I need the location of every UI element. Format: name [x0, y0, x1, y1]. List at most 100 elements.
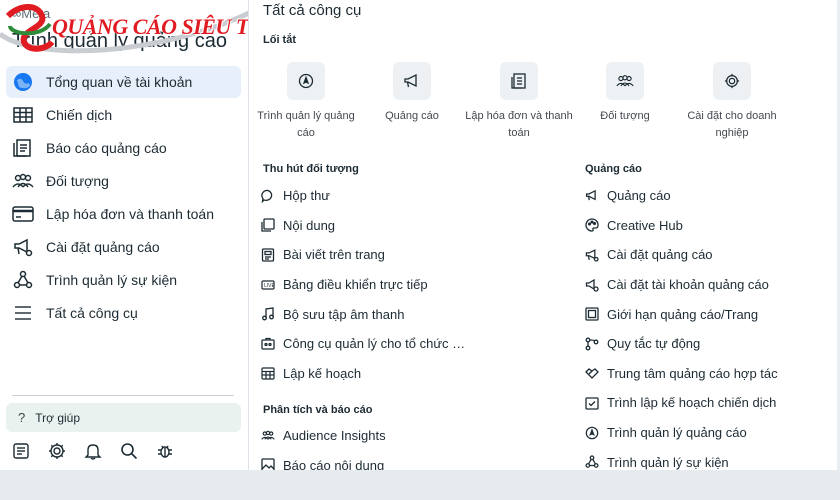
shortcut-label: Cài đặt cho doanh nghiệp [687, 110, 777, 139]
shortcut-audiences[interactable]: Đối tượng [570, 62, 680, 125]
tool-creative-hub[interactable]: Creative Hub [585, 211, 778, 241]
sidebar-item-label: Đối tượng [46, 172, 109, 189]
shortcut-label: Lập hóa đơn và thanh toán [465, 110, 573, 139]
tool-content[interactable]: Nội dung [261, 211, 465, 241]
tool-label: Quảng cáo [607, 188, 671, 204]
question-icon: ? [18, 410, 26, 425]
gear-icon[interactable] [48, 440, 84, 462]
compass-icon [287, 62, 325, 100]
tool-page-posts[interactable]: Bài viết trên trang [261, 240, 465, 270]
page-title: Tất cả công cụ [263, 2, 362, 19]
sidebar-item-label: Tổng quan về tài khoản [46, 74, 193, 90]
credit-card-icon [12, 203, 34, 225]
tool-label: Audience Insights [283, 428, 386, 444]
tool-label: Bài viết trên trang [283, 247, 385, 263]
content-icon [261, 218, 275, 233]
tool-audience-insights[interactable]: Audience Insights [261, 421, 386, 451]
live-icon: LIVE [261, 278, 275, 292]
analyze-heading: Phân tích và báo cáo [263, 404, 373, 416]
shortcut-ads[interactable]: Quảng cáo [357, 62, 467, 125]
tool-label: Trình quản lý sự kiện [607, 454, 729, 470]
sidebar: ∞Meta Trình quản lý quảng cáo QUẢNG CÁO … [0, 0, 248, 470]
tool-ad-account-settings[interactable]: Cài đặt tài khoản quảng cáo [585, 270, 778, 300]
sidebar-item-label: Chiến dịch [46, 106, 113, 123]
tool-live-dashboard[interactable]: LIVE Bảng điều khiển trực tiếp [261, 270, 465, 300]
tool-collaborative-ads[interactable]: Trung tâm quảng cáo hợp tác [585, 359, 778, 389]
megaphone-icon [393, 62, 431, 100]
event-graph-icon [585, 455, 599, 469]
tool-sound-collection[interactable]: Bộ sưu tập âm thanh [261, 299, 465, 329]
shortcuts-heading: Lối tắt [263, 34, 296, 46]
sidebar-item-label: Lập hóa đơn và thanh toán [46, 205, 214, 222]
tool-label: Nội dung [283, 217, 336, 233]
sidebar-item-all-tools[interactable]: Tất cả công cụ [6, 296, 241, 329]
menu-icon [12, 302, 34, 324]
invoice-icon [500, 62, 538, 100]
sidebar-bottom-toolbar [12, 440, 192, 462]
sidebar-item-label: Trình quản lý sự kiện [46, 271, 178, 288]
ad-account-settings-icon [585, 278, 599, 292]
tool-content-reports[interactable]: Báo cáo nội dung [261, 451, 386, 470]
tool-label: Bộ sưu tập âm thanh [283, 306, 405, 322]
sidebar-item-ad-settings[interactable]: Cài đặt quảng cáo [6, 230, 241, 263]
tool-planner[interactable]: Lập kế hoạch [261, 359, 465, 389]
calendar-icon [261, 366, 275, 380]
search-icon[interactable] [120, 440, 156, 462]
bell-icon[interactable] [84, 440, 120, 462]
tool-ad-settings[interactable]: Cài đặt quảng cáo [585, 240, 778, 270]
tool-ads-manager[interactable]: Trình quản lý quảng cáo [585, 418, 778, 448]
chat-icon [261, 189, 275, 203]
sidebar-divider [12, 395, 234, 396]
sidebar-item-campaigns[interactable]: Chiến dịch [6, 98, 241, 131]
ads-list: Quảng cáo Creative Hub Cài đặt quảng cáo… [585, 181, 778, 470]
tool-label: Cài đặt quảng cáo [607, 247, 713, 263]
ads-heading: Quảng cáo [585, 163, 642, 175]
sidebar-item-label: Báo cáo quảng cáo [46, 139, 167, 156]
tool-label: Bảng điều khiển trực tiếp [283, 277, 428, 293]
tool-inbox[interactable]: Hộp thư [261, 181, 465, 211]
sidebar-item-audiences[interactable]: Đối tượng [6, 164, 241, 197]
shortcut-ads-manager[interactable]: Trình quản lý quảng cáo [251, 62, 361, 142]
watermark-text: QUẢNG CÁO SIÊU TỐC [52, 14, 248, 39]
tool-ad-limits[interactable]: Giới hạn quảng cáo/Trang [585, 299, 778, 329]
sidebar-item-billing[interactable]: Lập hóa đơn và thanh toán [6, 197, 241, 230]
palette-icon [585, 218, 599, 233]
tool-label: Trung tâm quảng cáo hợp tác [607, 365, 778, 381]
engage-heading: Thu hút đối tượng [263, 163, 359, 175]
tool-label: Hộp thư [283, 188, 331, 204]
help-button[interactable]: ? Trợ giúp [6, 403, 241, 432]
shortcut-label: Quảng cáo [385, 110, 439, 122]
music-icon [261, 307, 275, 321]
shortcut-billing[interactable]: Lập hóa đơn và thanh toán [464, 62, 574, 142]
tool-events-manager[interactable]: Trình quản lý sự kiện [585, 447, 778, 470]
sidebar-item-ad-reporting[interactable]: Báo cáo quảng cáo [6, 131, 241, 164]
tool-label: Creative Hub [607, 217, 683, 233]
handshake-icon [585, 366, 599, 380]
tool-label: Giới hạn quảng cáo/Trang [607, 306, 759, 322]
sidebar-item-account-overview[interactable]: Tổng quan về tài khoản [6, 66, 241, 98]
tool-org-tools[interactable]: Công cụ quản lý cho tổ chức … [261, 329, 465, 359]
people-icon [606, 62, 644, 100]
megaphone-icon [585, 189, 599, 203]
shortcut-business-settings[interactable]: Cài đặt cho doanh nghiệp [677, 62, 787, 142]
table-icon [12, 104, 34, 126]
svg-text:LIVE: LIVE [264, 283, 275, 289]
sidebar-item-label: Cài đặt quảng cáo [46, 238, 160, 255]
rules-icon [585, 337, 599, 351]
tool-ads[interactable]: Quảng cáo [585, 181, 778, 211]
bug-icon[interactable] [156, 440, 192, 462]
tool-label: Báo cáo nội dung [283, 457, 385, 470]
tool-campaign-planner[interactable]: Trình lập kế hoạch chiến dịch [585, 388, 778, 418]
sidebar-item-label: Tất cả công cụ [46, 304, 138, 321]
compass-icon [585, 426, 599, 440]
event-graph-icon [12, 269, 34, 291]
shortcut-label: Đối tượng [600, 110, 650, 122]
sidebar-nav: Tổng quan về tài khoản Chiến dịch Báo cá… [6, 66, 241, 329]
org-tools-icon [261, 337, 275, 351]
analyze-list: Audience Insights Báo cáo nội dung [261, 421, 386, 470]
megaphone-settings-icon [585, 248, 599, 262]
all-tools-panel: Tất cả công cụ Lối tắt Trình quản lý quả… [248, 0, 837, 470]
notes-icon[interactable] [12, 440, 48, 462]
tool-automated-rules[interactable]: Quy tắc tự động [585, 329, 778, 359]
sidebar-item-events-manager[interactable]: Trình quản lý sự kiện [6, 263, 241, 296]
